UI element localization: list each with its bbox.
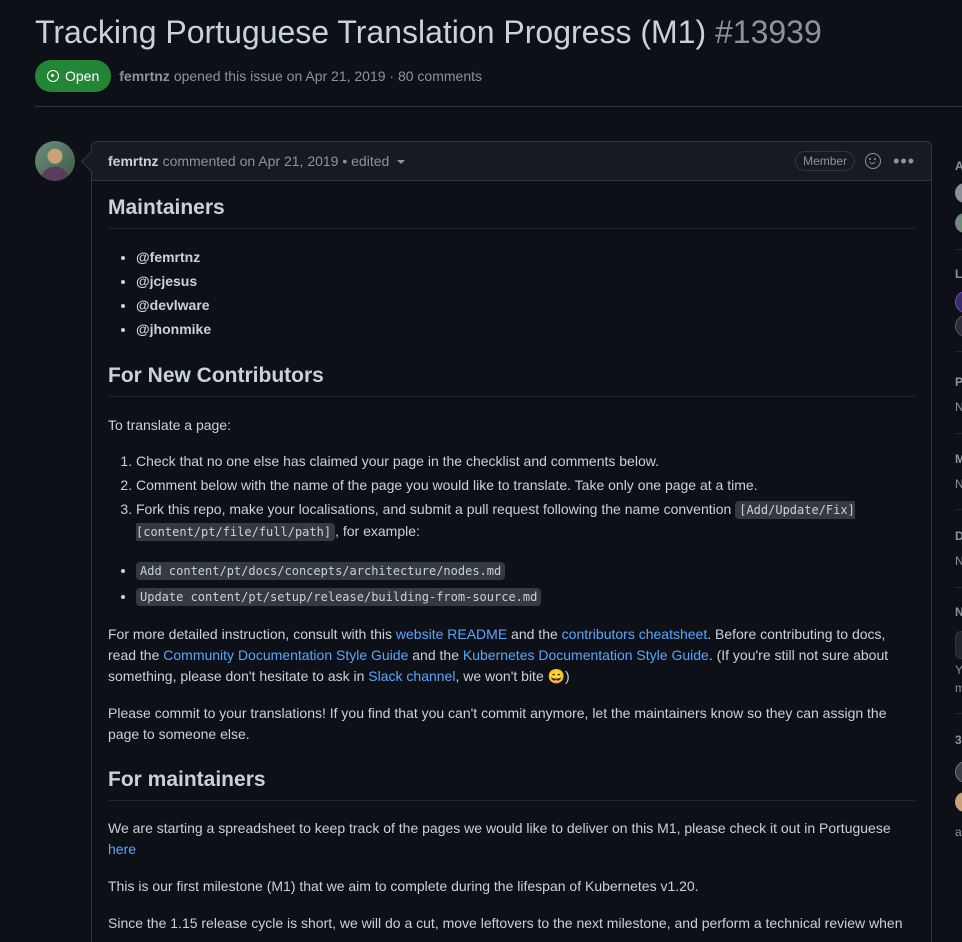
commit-paragraph: Please commit to your translations! If y… (108, 705, 887, 742)
chevron-down-icon[interactable] (397, 160, 406, 164)
mention-link[interactable]: @jhonmike (136, 321, 211, 337)
sidebar-heading-labels[interactable]: L (955, 267, 962, 281)
steps-list: Check that no one else has claimed your … (108, 451, 906, 546)
sidebar-divider (955, 509, 962, 510)
sidebar-text: N (955, 400, 962, 414)
member-badge: Member (795, 151, 856, 171)
subscribe-button[interactable] (955, 631, 962, 659)
label-pill[interactable] (955, 315, 962, 337)
avatar[interactable] (955, 213, 962, 233)
text: We are starting a spreadsheet to keep tr… (108, 820, 891, 836)
for-maintainers-heading: For maintainers (108, 768, 915, 801)
sidebar-heading-development[interactable]: D (955, 529, 962, 543)
sidebar-text: N (955, 477, 962, 491)
examples-list: Add content/pt/docs/concepts/architectur… (108, 558, 936, 610)
mention-link[interactable]: @jcjesus (136, 273, 197, 289)
sidebar-divider (955, 587, 962, 588)
list-item: Comment below with the name of the page … (136, 475, 906, 496)
status-badge: Open (35, 60, 112, 92)
sidebar-heading-participants: 3 (955, 733, 962, 747)
list-item: Check that no one else has claimed your … (136, 451, 906, 472)
comment-actions: Member ••• (795, 151, 915, 171)
issue-author-link[interactable]: femrtnz (119, 68, 170, 84)
sidebar-heading-projects[interactable]: P (955, 375, 962, 389)
milestone-paragraph: This is our first milestone (M1) that we… (108, 878, 699, 894)
sidebar: A L P N M N D N N Y m 3 a (955, 141, 962, 941)
comment-meta[interactable]: commented on Apr 21, 2019 • edited (163, 153, 390, 169)
comment-author-link[interactable]: femrtnz (108, 153, 159, 169)
list-item: @devlware (136, 293, 936, 317)
community-style-guide-link[interactable]: Community Documentation Style Guide (163, 647, 408, 663)
new-contributors-heading: For New Contributors (108, 364, 915, 397)
list-item: @jhonmike (136, 317, 936, 341)
text: and the (507, 626, 562, 642)
sidebar-text: a (955, 825, 962, 839)
slack-channel-link[interactable]: Slack channel (368, 668, 455, 684)
label-pill[interactable] (955, 291, 962, 313)
inline-code: Update content/pt/setup/release/building… (136, 588, 542, 606)
issue-title-text: Tracking Portuguese Translation Progress… (35, 14, 707, 50)
sidebar-divider (955, 249, 962, 250)
avatar[interactable] (955, 761, 962, 783)
mention-link[interactable]: @devlware (136, 297, 210, 313)
website-readme-link[interactable]: website README (396, 626, 507, 642)
sidebar-divider (955, 713, 962, 714)
inline-code: Add content/pt/docs/concepts/architectur… (136, 562, 506, 580)
list-item: Add content/pt/docs/concepts/architectur… (136, 558, 936, 584)
list-item: Update content/pt/setup/release/building… (136, 584, 936, 610)
sidebar-heading-assignees[interactable]: A (955, 159, 962, 173)
sidebar-heading-notifications: N (955, 605, 962, 619)
issue-opened-icon (47, 70, 59, 82)
issue-title: Tracking Portuguese Translation Progress… (35, 12, 962, 52)
translate-intro: To translate a page: (108, 417, 231, 433)
release-paragraph: Since the 1.15 release cycle is short, w… (108, 915, 903, 931)
detail-paragraph: For more detailed instruction, consult w… (108, 624, 908, 687)
avatar[interactable] (35, 141, 75, 181)
sidebar-divider (955, 433, 962, 434)
text: For more detailed instruction, consult w… (108, 626, 396, 642)
maintainers-heading: Maintainers (108, 196, 915, 229)
kebab-horizontal-icon[interactable]: ••• (893, 152, 915, 170)
smiley-icon[interactable] (865, 153, 882, 169)
sidebar-text: Y (955, 663, 962, 677)
avatar[interactable] (955, 183, 962, 203)
comment-header: femrtnz commented on Apr 21, 2019 • edit… (92, 142, 931, 181)
status-label: Open (65, 68, 100, 84)
list-item: Fork this repo, make your localisations,… (136, 499, 906, 543)
sidebar-text: m (955, 681, 962, 695)
text: and the (408, 647, 463, 663)
contributors-cheatsheet-link[interactable]: contributors cheatsheet (562, 626, 708, 642)
mention-link[interactable]: @femrtnz (136, 249, 200, 265)
avatar[interactable] (955, 792, 962, 812)
spreadsheet-link[interactable]: here (108, 841, 136, 857)
issue-meta-text: opened this issue on Apr 21, 2019 · 80 c… (173, 68, 483, 84)
text: , we won't bite 😄) (455, 668, 570, 684)
list-item: @jcjesus (136, 269, 936, 293)
maintainers-list: @femrtnz @jcjesus @devlware @jhonmike (108, 245, 936, 341)
spreadsheet-paragraph: We are starting a spreadsheet to keep tr… (108, 818, 908, 860)
sidebar-heading-milestone[interactable]: M (955, 452, 962, 466)
issue-header: Tracking Portuguese Translation Progress… (35, 0, 962, 92)
header-divider (35, 106, 962, 107)
sidebar-text: N (955, 554, 962, 568)
list-item: @femrtnz (136, 245, 936, 269)
sidebar-divider (955, 351, 962, 352)
issue-meta: Open femrtnz opened this issue on Apr 21… (35, 60, 962, 92)
issue-number: #13939 (714, 14, 822, 50)
step-suffix: , for example: (335, 523, 420, 539)
kubernetes-style-guide-link[interactable]: Kubernetes Documentation Style Guide (463, 647, 709, 663)
step-text: Fork this repo, make your localisations,… (136, 501, 732, 517)
